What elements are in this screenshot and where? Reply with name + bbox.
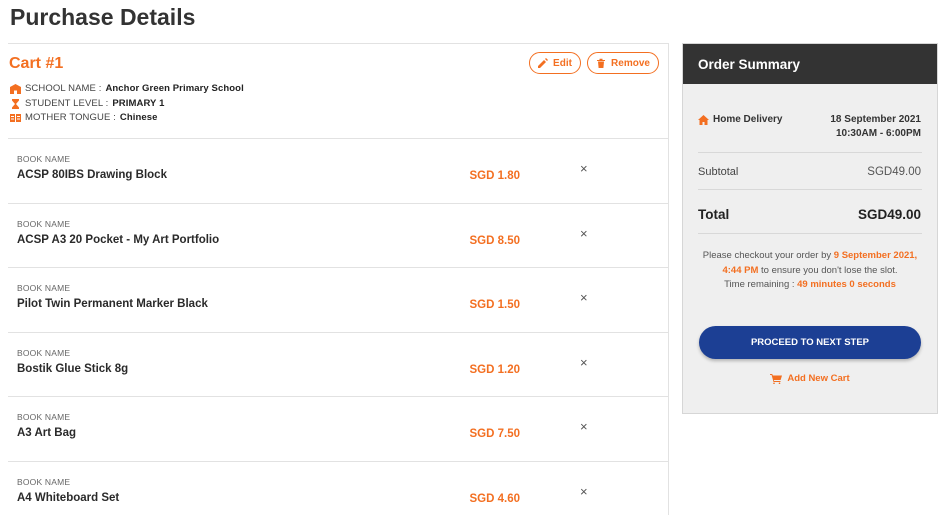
- book-name-label: BOOK NAME: [17, 154, 71, 164]
- note-prefix: Please checkout your order by: [702, 250, 834, 261]
- remove-label: Remove: [611, 57, 650, 69]
- book-price: SGD 1.20: [469, 363, 521, 376]
- remove-cart-button[interactable]: Remove: [587, 52, 659, 74]
- cart-panel: Cart #1 Edit Remove SCHOOL NAME : Anchor…: [8, 43, 669, 515]
- remove-book-icon[interactable]: ×: [580, 162, 588, 175]
- delivery-label: Home Delivery: [713, 114, 783, 125]
- proceed-next-step-button[interactable]: PROCEED TO NEXT STEP: [699, 326, 921, 359]
- mother-tongue-label: MOTHER TONGUE :: [25, 112, 116, 123]
- book-name-label: BOOK NAME: [17, 476, 71, 487]
- book-name: A3 Art Bag: [17, 427, 76, 439]
- language-icon: [10, 113, 21, 122]
- cart-header: Cart #1 Edit Remove SCHOOL NAME : Anchor…: [8, 44, 668, 139]
- book-name: A4 Whiteboard Set: [17, 491, 120, 504]
- school-name-info: SCHOOL NAME : Anchor Green Primary Schoo…: [10, 83, 244, 94]
- book-name-label: BOOK NAME: [17, 218, 71, 229]
- time-remaining-value: 49 minutes 0 seconds: [797, 279, 896, 290]
- book-name-label: BOOK NAME: [17, 283, 71, 293]
- school-name-label: SCHOOL NAME :: [25, 83, 102, 94]
- pencil-icon: [538, 58, 549, 68]
- subtotal-value: SGD49.00: [867, 166, 921, 178]
- edit-cart-button[interactable]: Edit: [529, 52, 581, 74]
- book-row: BOOK NAME Bostik Glue Stick 8g SGD 1.20 …: [8, 333, 668, 397]
- book-price: SGD 4.60: [469, 492, 521, 505]
- divider: [698, 189, 922, 190]
- remove-book-icon[interactable]: ×: [580, 485, 588, 498]
- cart-icon: [770, 373, 783, 384]
- cart-title: Cart #1: [9, 55, 64, 72]
- student-level-value: PRIMARY 1: [112, 98, 165, 109]
- edit-label: Edit: [553, 57, 572, 69]
- student-level-info: STUDENT LEVEL : PRIMARY 1: [10, 98, 164, 109]
- delivery-time: 10:30AM - 6:00PM: [835, 128, 921, 139]
- delivery-method: Home Delivery: [698, 114, 782, 125]
- book-row: BOOK NAME ACSP 80IBS Drawing Block SGD 1…: [8, 139, 668, 204]
- total-label: Total: [698, 207, 730, 222]
- note-suffix: to ensure you don't lose the slot.: [758, 264, 898, 276]
- divider: [698, 152, 922, 153]
- remove-book-icon[interactable]: ×: [580, 356, 588, 369]
- book-price: SGD 7.50: [469, 428, 521, 440]
- student-level-label: STUDENT LEVEL :: [25, 98, 109, 109]
- book-price: SGD 1.80: [469, 170, 521, 182]
- trash-icon: [597, 58, 606, 68]
- school-icon: [10, 83, 21, 94]
- mother-tongue-value: Chinese: [119, 112, 158, 123]
- book-name: Bostik Glue Stick 8g: [17, 362, 129, 375]
- remove-book-icon[interactable]: ×: [580, 291, 588, 304]
- book-name-label: BOOK NAME: [17, 412, 71, 422]
- order-summary-panel: Order Summary Home Delivery 18 September…: [682, 43, 938, 414]
- school-name-value: Anchor Green Primary School: [105, 83, 244, 94]
- book-row: BOOK NAME A3 Art Bag SGD 7.50 ×: [8, 397, 668, 462]
- home-icon: [698, 114, 709, 125]
- book-name: Pilot Twin Permanent Marker Black: [17, 298, 208, 310]
- checkout-deadline-note: Please checkout your order by 9 Septembe…: [698, 249, 922, 293]
- page-title: Purchase Details: [10, 4, 196, 30]
- book-price: SGD 1.50: [469, 299, 521, 311]
- book-name-label: BOOK NAME: [17, 347, 71, 358]
- time-remaining-label: Time remaining :: [724, 279, 798, 290]
- book-row: BOOK NAME Pilot Twin Permanent Marker Bl…: [8, 268, 668, 333]
- order-summary-title: Order Summary: [683, 44, 937, 84]
- book-row: BOOK NAME ACSP A3 20 Pocket - My Art Por…: [8, 204, 668, 268]
- book-name: ACSP 80IBS Drawing Block: [17, 169, 167, 181]
- book-name: ACSP A3 20 Pocket - My Art Portfolio: [17, 233, 220, 246]
- total-value: SGD49.00: [857, 207, 921, 222]
- delivery-slot: 18 September 2021 10:30AM - 6:00PM: [830, 113, 921, 141]
- book-price: SGD 8.50: [469, 234, 521, 247]
- remove-book-icon[interactable]: ×: [580, 227, 588, 240]
- add-new-cart-link[interactable]: Add New Cart: [683, 373, 937, 384]
- remove-book-icon[interactable]: ×: [580, 420, 588, 433]
- delivery-date: 18 September 2021: [830, 114, 921, 125]
- book-row: BOOK NAME A4 Whiteboard Set SGD 4.60 ×: [8, 462, 668, 515]
- subtotal-label: Subtotal: [698, 166, 739, 178]
- add-new-cart-label: Add New Cart: [787, 373, 850, 384]
- hourglass-icon: [12, 98, 19, 109]
- divider: [698, 233, 922, 234]
- mother-tongue-info: MOTHER TONGUE : Chinese: [10, 112, 158, 123]
